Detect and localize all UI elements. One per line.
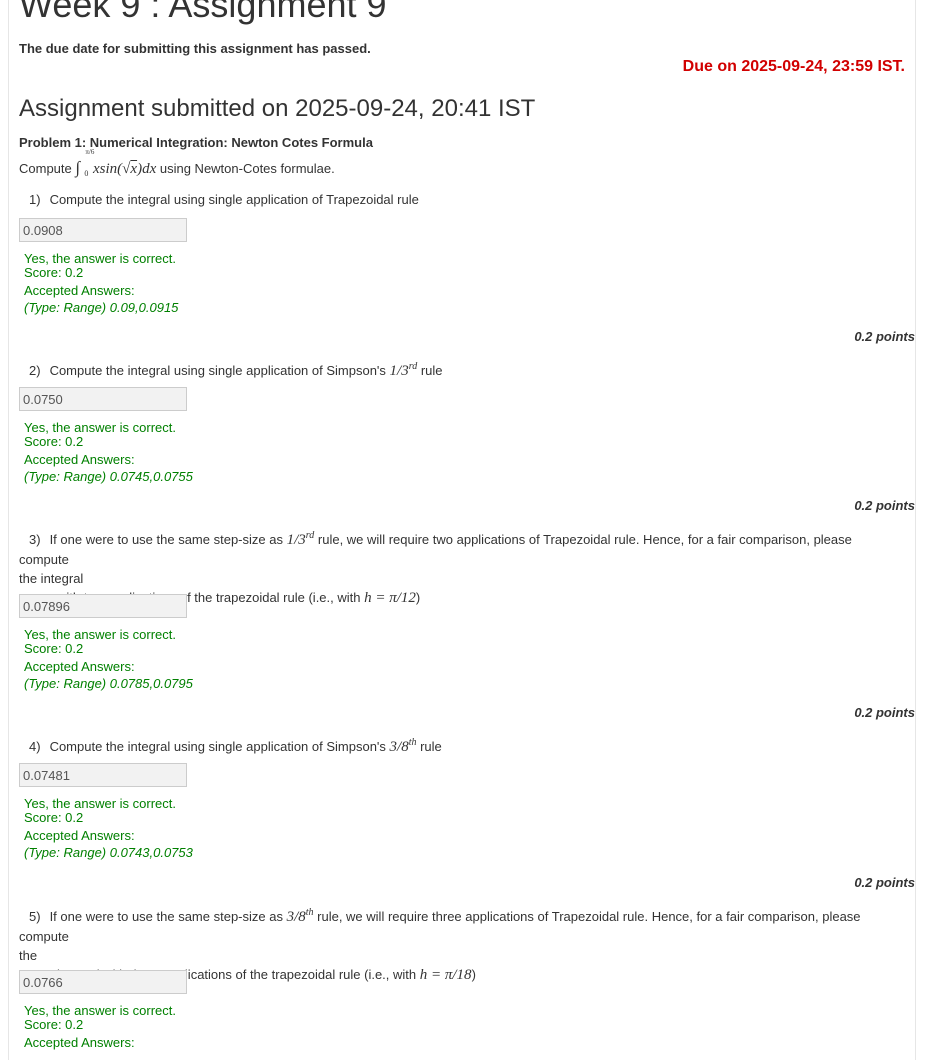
feedback-5: Yes, the answer is correct. Score: 0.2: [24, 1004, 176, 1032]
line2-end: ): [415, 590, 421, 605]
feedback-message: Yes, the answer is correct.: [24, 627, 176, 642]
line2-end: ): [471, 967, 476, 982]
score: Score: 0.2: [24, 641, 84, 656]
question-prompt-wrap: the integral: [19, 571, 84, 586]
accepted-answers-5: Accepted Answers:: [24, 1034, 135, 1051]
score: Score: 0.2: [24, 810, 84, 825]
math-base: 1/3: [389, 363, 409, 379]
points-2: 0.2 points: [854, 498, 915, 513]
accepted-label: Accepted Answers:: [24, 659, 135, 674]
step-size: h = π/18: [419, 967, 472, 983]
assignment-panel: Week 9 : Assignment 9 The due date for s…: [8, 0, 916, 1060]
score: Score: 0.2: [24, 265, 84, 280]
question-2: 2) Compute the integral using single appl…: [19, 357, 905, 381]
answer-field-3[interactable]: 0.07896: [19, 594, 187, 618]
question-4: 4) Compute the integral using single appl…: [19, 733, 905, 757]
feedback-4: Yes, the answer is correct. Score: 0.2: [24, 797, 176, 825]
question-number: 3): [29, 532, 41, 547]
accepted-range: (Type: Range) 0.0743,0.0753: [24, 845, 193, 860]
feedback-message: Yes, the answer is correct.: [24, 251, 176, 266]
accepted-label: Accepted Answers:: [24, 283, 135, 298]
math-sup: rd: [408, 361, 418, 372]
score: Score: 0.2: [24, 434, 84, 449]
points-1: 0.2 points: [854, 329, 915, 344]
question-prompt: If one were to use the same step-size as: [49, 532, 287, 547]
question-prompt-end: rule: [416, 739, 442, 754]
question-1: 1) Compute the integral using single appl…: [19, 190, 905, 209]
integral-sign: ∫ π/6 0: [75, 148, 95, 179]
accepted-label: Accepted Answers:: [24, 452, 135, 467]
problem-title: Problem 1: Numerical Integration: Newton…: [19, 135, 373, 150]
answer-field-4[interactable]: 0.07481: [19, 763, 187, 787]
question-prompt-end: rule: [417, 363, 443, 378]
math-sup: rd: [305, 530, 315, 541]
math-fraction: 3/8th: [389, 737, 417, 755]
due-passed-notice: The due date for submitting this assignm…: [19, 41, 371, 56]
problem-statement: Compute ∫ π/6 0 xsin(√x)dx using Newton-Co…: [19, 148, 335, 179]
feedback-message: Yes, the answer is correct.: [24, 420, 176, 435]
question-prompt-wrap: the: [19, 948, 38, 963]
answer-field-1[interactable]: 0.0908: [19, 218, 187, 242]
question-1-text: 1) Compute the integral using single appl…: [19, 190, 905, 209]
math-sup: th: [305, 907, 314, 918]
step-size: h = π/12: [364, 590, 416, 606]
accepted-label: Accepted Answers:: [24, 1035, 135, 1050]
integrand: xsin(√x)dx: [93, 161, 157, 177]
accepted-answers-2: Accepted Answers: (Type: Range) 0.0745,0…: [24, 451, 193, 485]
integral-upper-limit: π/6: [85, 148, 95, 156]
math-base: 1/3: [286, 532, 306, 548]
question-prompt: Compute the integral using single applic…: [49, 739, 390, 754]
score: Score: 0.2: [24, 1017, 84, 1032]
question-number: 2): [29, 363, 41, 378]
question-4-text: 4) Compute the integral using single appl…: [19, 733, 905, 757]
integral-lower-limit: 0: [84, 169, 89, 178]
page-title: Week 9 : Assignment 9: [19, 0, 387, 25]
integrand-expression: xsin(: [93, 161, 123, 177]
math-base: 3/8: [389, 739, 409, 755]
feedback-message: Yes, the answer is correct.: [24, 796, 176, 811]
question-prompt: If one were to use the same step-size as: [49, 909, 287, 924]
question-number: 1): [29, 192, 41, 207]
answer-field-5[interactable]: 0.0766: [19, 970, 187, 994]
compute-prefix: Compute: [19, 161, 72, 176]
question-number: 4): [29, 739, 41, 754]
math-base: 3/8: [286, 909, 306, 925]
answer-field-2[interactable]: 0.0750: [19, 387, 187, 411]
accepted-label: Accepted Answers:: [24, 828, 135, 843]
points-3: 0.2 points: [854, 705, 915, 720]
math-fraction: 1/3rd: [286, 530, 315, 548]
math-fraction: 3/8th: [286, 907, 314, 925]
feedback-3: Yes, the answer is correct. Score: 0.2: [24, 628, 176, 656]
question-prompt: Compute the integral using single applic…: [49, 192, 419, 207]
submission-status: Assignment submitted on 2025-09-24, 20:4…: [19, 95, 536, 122]
feedback-2: Yes, the answer is correct. Score: 0.2: [24, 421, 176, 449]
due-date: Due on 2025-09-24, 23:59 IST.: [682, 58, 905, 75]
integrand-tail: )dx: [137, 161, 157, 177]
feedback-1: Yes, the answer is correct. Score: 0.2: [24, 252, 176, 280]
accepted-answers-1: Accepted Answers: (Type: Range) 0.09,0.0…: [24, 282, 178, 316]
question-2-text: 2) Compute the integral using single appl…: [19, 357, 905, 381]
feedback-message: Yes, the answer is correct.: [24, 1003, 176, 1018]
accepted-answers-3: Accepted Answers: (Type: Range) 0.0785,0…: [24, 658, 193, 692]
accepted-range: (Type: Range) 0.0785,0.0795: [24, 676, 193, 691]
accepted-range: (Type: Range) 0.09,0.0915: [24, 300, 179, 315]
question-number: 5): [29, 909, 41, 924]
compute-suffix: using Newton-Cotes formulae.: [159, 161, 335, 176]
question-prompt: Compute the integral using single applic…: [49, 363, 390, 378]
points-4: 0.2 points: [854, 875, 915, 890]
accepted-range: (Type: Range) 0.0745,0.0755: [24, 469, 193, 484]
accepted-answers-4: Accepted Answers: (Type: Range) 0.0743,0…: [24, 827, 193, 861]
math-fraction: 1/3rd: [389, 361, 418, 379]
